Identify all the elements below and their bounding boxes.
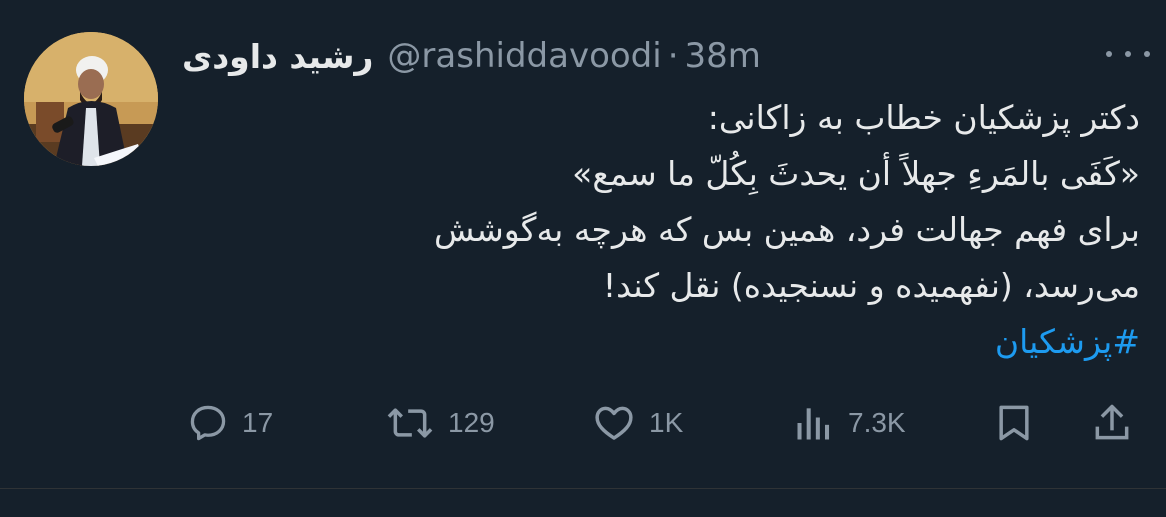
bookmark-icon <box>999 405 1029 441</box>
views-icon <box>797 408 830 440</box>
more-dot <box>1125 51 1131 57</box>
reply-count: 17 <box>242 407 274 438</box>
more-dot <box>1144 51 1150 57</box>
action-bar: 17 129 1K 7.3K <box>182 394 1142 452</box>
retweet-button[interactable]: 129 <box>384 394 495 452</box>
like-button[interactable]: 1K <box>591 394 683 452</box>
divider <box>0 488 1166 489</box>
retweet-icon <box>387 408 433 438</box>
tweet[interactable]: رشید داودی @rashiddavoodi · 38m دکتر پزش… <box>0 0 1166 517</box>
tweet-line: می‌رسد، (نفهمیده و نسنجیده) نقل کند! <box>602 266 1140 305</box>
separator-dot: · <box>667 36 679 76</box>
share-icon <box>1095 404 1129 440</box>
more-dot <box>1106 51 1112 57</box>
tweet-line: دکتر پزشکیان خطاب به زاکانی: <box>707 98 1140 137</box>
avatar-photo <box>24 32 158 166</box>
more-icon[interactable] <box>1106 36 1150 72</box>
avatar[interactable] <box>24 32 158 166</box>
tweet-header: رشید داودی @rashiddavoodi · 38m <box>182 30 1152 82</box>
user-handle[interactable]: @rashiddavoodi <box>387 36 661 76</box>
hashtag-link[interactable]: #پزشکیان <box>182 314 1140 370</box>
tweet-text: دکتر پزشکیان خطاب به زاکانی: «كَفَى بالم… <box>182 90 1140 370</box>
views-count: 7.3K <box>848 407 906 438</box>
retweet-count: 129 <box>448 407 495 438</box>
reply-icon <box>190 405 226 441</box>
like-count: 1K <box>649 407 684 438</box>
display-name[interactable]: رشید داودی <box>182 37 373 76</box>
tweet-line: «كَفَى بالمَرءِ جهلاً أن يحدثَ بِكُلّ ما… <box>572 154 1140 193</box>
bookmark-button[interactable] <box>992 394 1036 452</box>
reply-button[interactable]: 17 <box>186 394 273 452</box>
timestamp[interactable]: 38m <box>685 36 761 76</box>
views-button[interactable]: 7.3K <box>792 394 906 452</box>
tweet-line: برای فهم جهالت فرد، همین بس که هرچه به‌گ… <box>434 210 1140 249</box>
share-button[interactable] <box>1090 394 1134 452</box>
like-icon <box>595 406 633 440</box>
